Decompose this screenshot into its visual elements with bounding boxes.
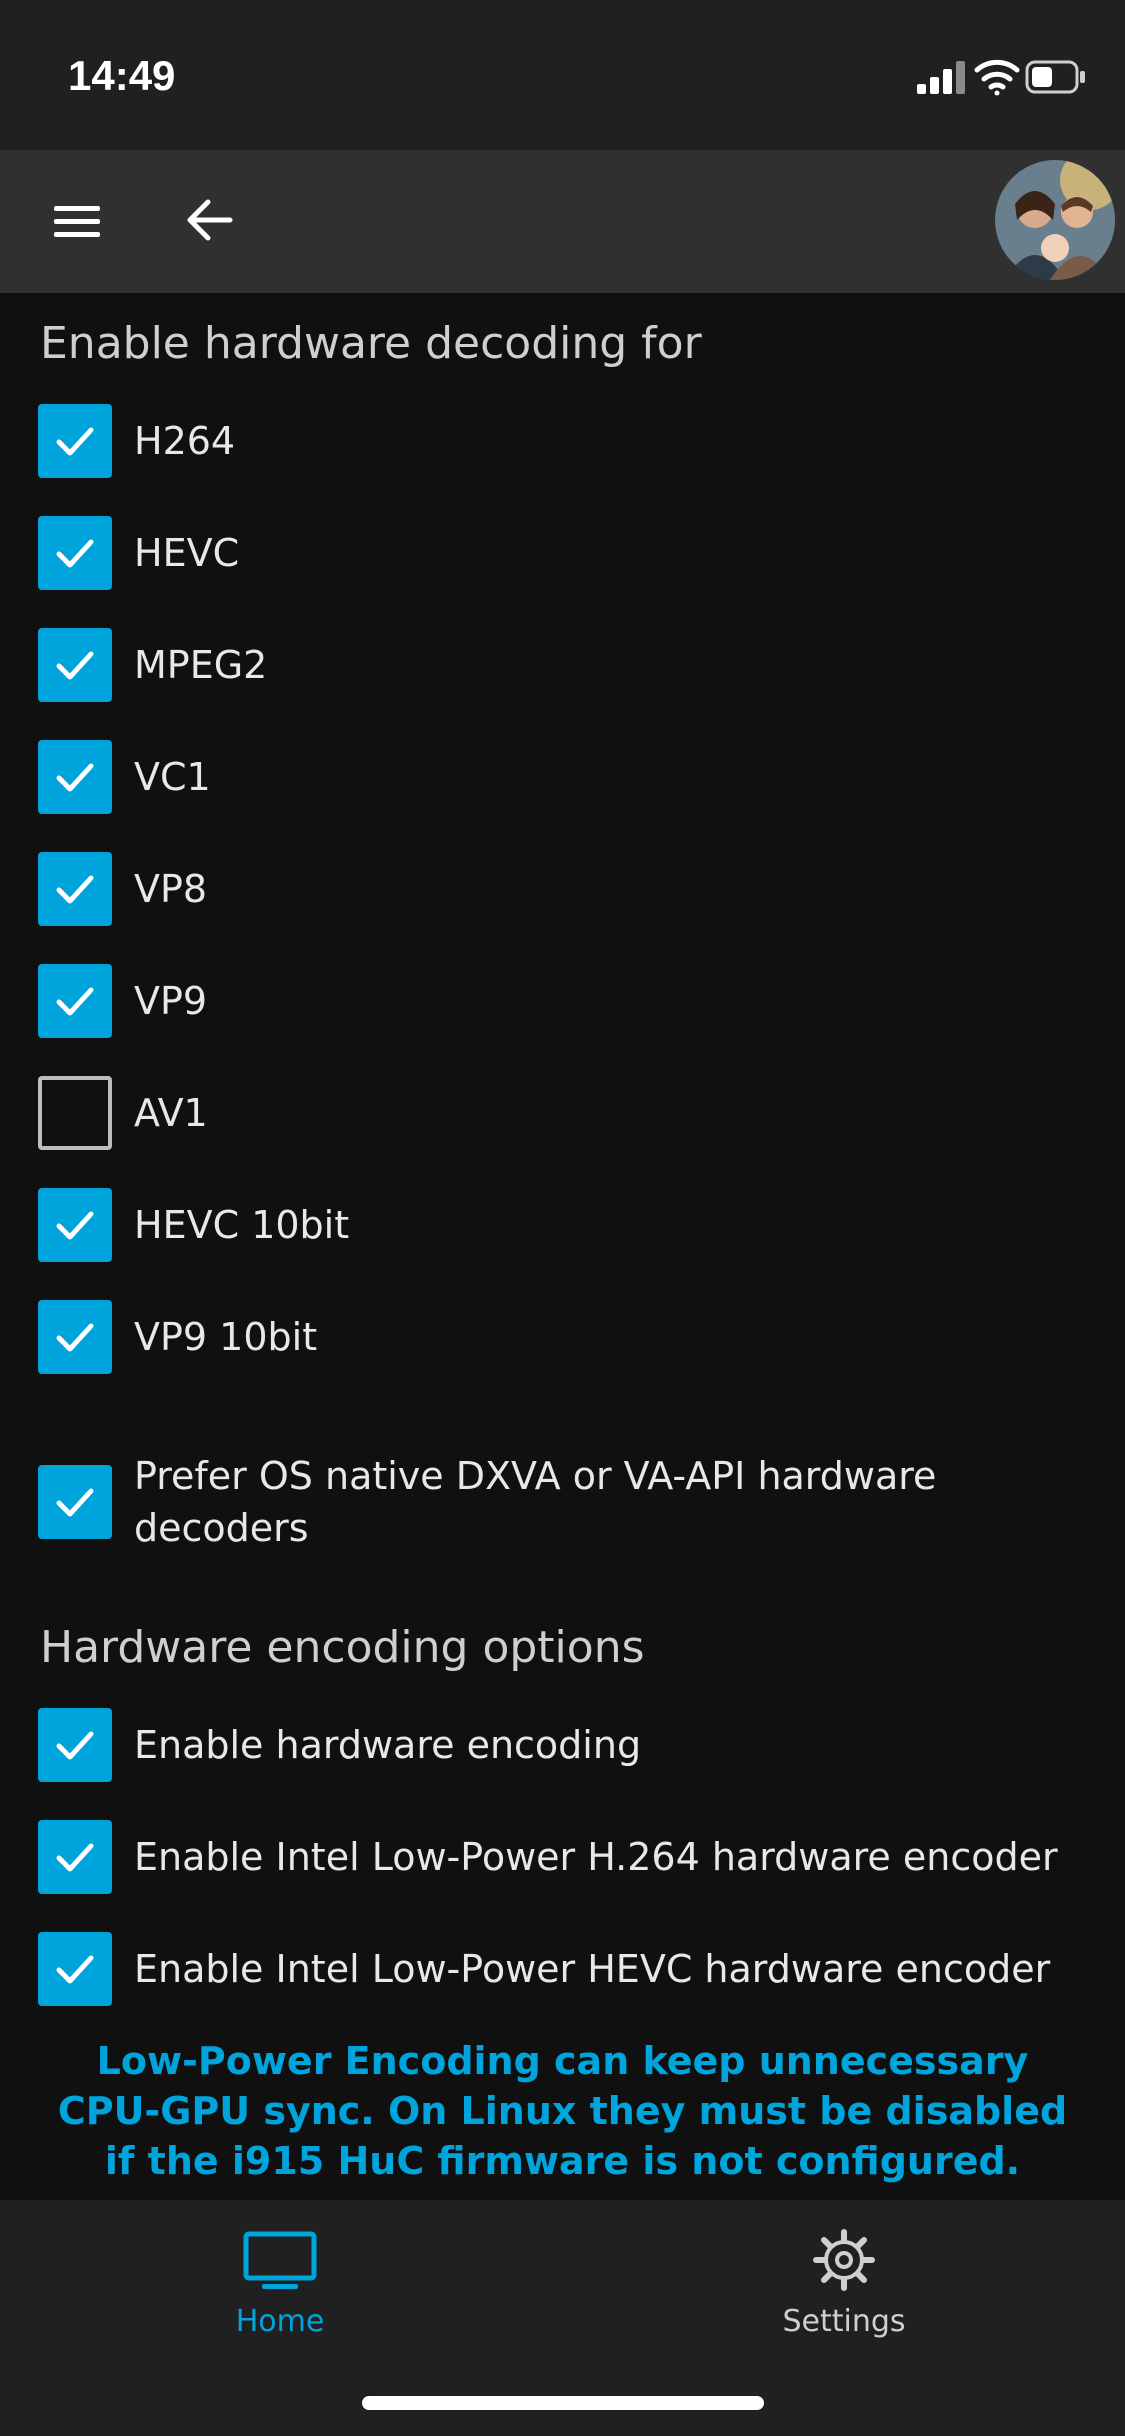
checkbox-row-hevc-10bit[interactable]: HEVC 10bit — [38, 1188, 349, 1262]
checkbox-row-av1[interactable]: AV1 — [38, 1076, 208, 1150]
checkbox-h264[interactable] — [38, 404, 112, 478]
checkbox-row-hardware-encoding[interactable]: Enable hardware encoding — [38, 1708, 641, 1782]
encoding-section-title: Hardware encoding options — [40, 1622, 645, 1673]
cellular-signal-icon — [917, 61, 965, 94]
tv-icon — [243, 2231, 317, 2289]
checkbox-label: VP9 10bit — [134, 1315, 318, 1359]
checkbox-row-vp9[interactable]: VP9 — [38, 964, 207, 1038]
checkbox-vp8[interactable] — [38, 852, 112, 926]
checkbox-av1[interactable] — [38, 1076, 112, 1150]
checkmark-icon — [56, 987, 94, 1016]
tab-home[interactable]: Home — [130, 2228, 430, 2339]
back-button[interactable] — [180, 190, 240, 250]
checkbox-hevc-10bit[interactable] — [38, 1188, 112, 1262]
arrow-left-icon — [187, 199, 233, 241]
menu-button[interactable] — [48, 198, 108, 246]
checkbox-label: H264 — [134, 419, 236, 463]
checkbox-label: VP8 — [134, 867, 208, 911]
checkbox-row-hevc[interactable]: HEVC — [38, 516, 239, 590]
checkbox-row-vp9-10bit[interactable]: VP9 10bit — [38, 1300, 317, 1374]
checkmark-icon — [56, 875, 94, 904]
checkmark-icon — [56, 1843, 94, 1872]
app-bar — [0, 150, 1125, 293]
checkbox-label: Enable Intel Low-Power HEVC hardware enc… — [134, 1947, 1051, 1991]
checkbox-mpeg2[interactable] — [38, 628, 112, 702]
checkbox-label: Enable hardware encoding — [134, 1723, 642, 1767]
checkbox-row-vp8[interactable]: VP8 — [38, 852, 207, 926]
checkbox-row-vc1[interactable]: VC1 — [38, 740, 211, 814]
status-time: 14:49 — [68, 52, 176, 99]
checkmark-icon — [56, 763, 94, 792]
checkbox-lp-hevc[interactable] — [38, 1932, 112, 2006]
checkbox-row-lp-hevc[interactable]: Enable Intel Low-Power HEVC hardware enc… — [38, 1932, 1050, 2006]
low-power-notice: Low-Power Encoding can keep unnecessary … — [57, 2039, 1068, 2183]
checkbox-hevc[interactable] — [38, 516, 112, 590]
battery-icon — [1025, 60, 1085, 94]
tab-home-label: Home — [235, 2304, 325, 2339]
avatar[interactable] — [995, 160, 1115, 280]
checkbox-label: Enable Intel Low-Power H.264 hardware en… — [134, 1835, 1058, 1879]
checkbox-lp-h264[interactable] — [38, 1820, 112, 1894]
decoding-section-title: Enable hardware decoding for — [40, 318, 702, 369]
checkmark-icon — [56, 539, 94, 568]
checkbox-label: VP9 — [134, 979, 208, 1023]
checkmark-icon — [56, 1955, 94, 1984]
status-icons — [917, 56, 1087, 100]
checkbox-vc1[interactable] — [38, 740, 112, 814]
checkbox-label: AV1 — [134, 1091, 208, 1135]
checkbox-vp9[interactable] — [38, 964, 112, 1038]
status-bar: 14:49 — [0, 0, 1125, 150]
tab-settings[interactable]: Settings — [694, 2228, 994, 2339]
checkbox-vp9-10bit[interactable] — [38, 1300, 112, 1374]
checkmark-icon — [56, 1488, 94, 1517]
checkmark-icon — [56, 427, 94, 456]
tab-settings-label: Settings — [782, 2304, 906, 2339]
checkmark-icon — [56, 1731, 94, 1760]
checkbox-label: VC1 — [134, 755, 211, 799]
checkbox-hardware-encoding[interactable] — [38, 1708, 112, 1782]
checkbox-label: HEVC — [134, 531, 240, 575]
hamburger-menu-icon — [54, 206, 100, 237]
checkbox-row-prefer-native[interactable]: Prefer OS native DXVA or VA-API hardware… — [38, 1450, 994, 1554]
user-avatar-photo — [995, 160, 1115, 280]
checkmark-icon — [56, 1323, 94, 1352]
checkbox-label: Prefer OS native DXVA or VA-API hardware… — [134, 1454, 937, 1550]
wifi-icon — [974, 59, 1020, 96]
checkbox-label: HEVC 10bit — [134, 1203, 350, 1247]
checkbox-row-h264[interactable]: H264 — [38, 404, 235, 478]
checkmark-icon — [56, 651, 94, 680]
checkmark-icon — [56, 1211, 94, 1240]
checkbox-row-mpeg2[interactable]: MPEG2 — [38, 628, 267, 702]
checkbox-prefer-native[interactable] — [38, 1465, 112, 1539]
home-indicator — [362, 2396, 764, 2410]
checkbox-row-lp-h264[interactable]: Enable Intel Low-Power H.264 hardware en… — [38, 1820, 1058, 1894]
checkbox-label: MPEG2 — [134, 643, 268, 687]
gear-icon — [813, 2229, 875, 2291]
